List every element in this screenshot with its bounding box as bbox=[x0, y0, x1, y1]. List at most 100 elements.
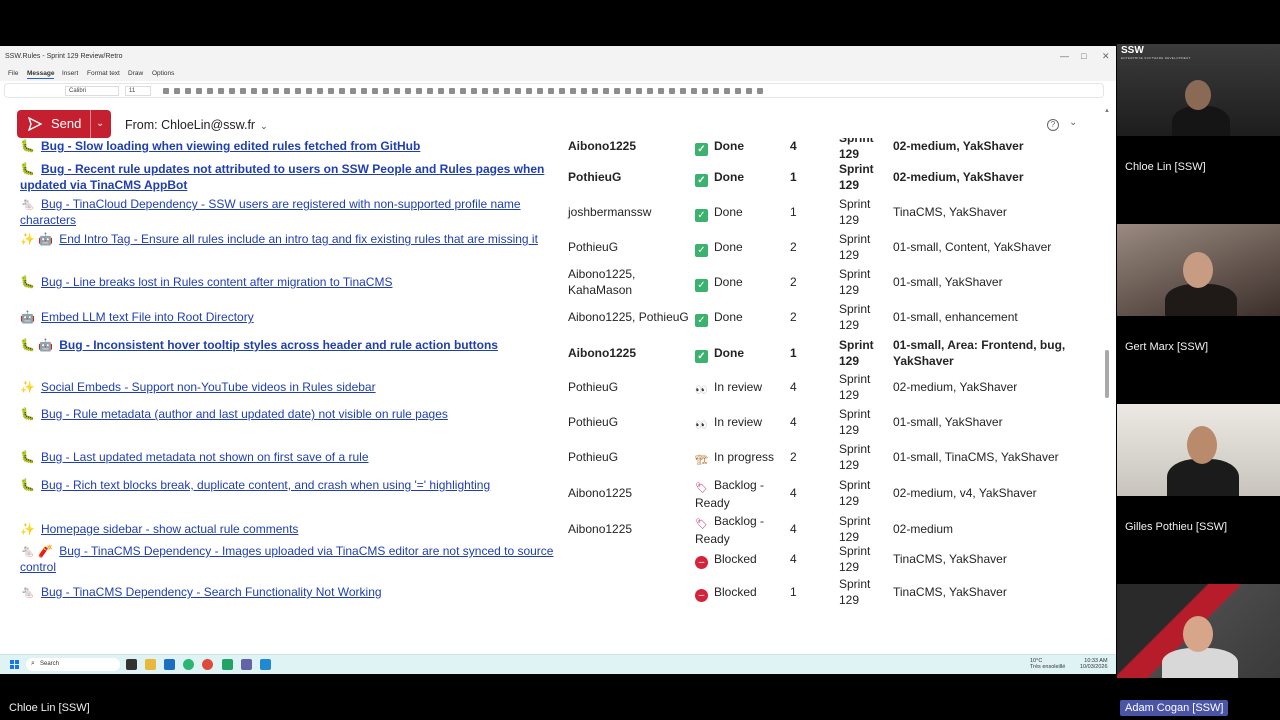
issue-type-icon: ✨ bbox=[20, 380, 35, 394]
issue-type-icon: 🐛 bbox=[20, 162, 35, 176]
menu-insert[interactable]: Insert bbox=[62, 70, 78, 77]
taskbar-clock[interactable]: 10:33 AM 10/03/2026 bbox=[1080, 658, 1108, 670]
estimate-cell: 4 bbox=[790, 380, 797, 394]
font-size-select[interactable]: 11 bbox=[125, 86, 151, 96]
ribbon-tool-icons[interactable] bbox=[160, 86, 770, 96]
vertical-scrollbar[interactable]: ▲ ▼ bbox=[1104, 108, 1110, 674]
taskbar-search[interactable]: ⌕ Search bbox=[26, 658, 120, 671]
issue-type-icon: 🐁 🧨 bbox=[20, 544, 54, 558]
menu-options[interactable]: Options bbox=[152, 70, 174, 77]
maximize-button[interactable]: □ bbox=[1081, 51, 1086, 61]
status-done-icon: ✓ bbox=[695, 314, 708, 327]
assignee-cell: Aibono1225, PothieuG bbox=[568, 310, 689, 324]
assignee-cell: PothieuG bbox=[568, 170, 622, 184]
weather-widget[interactable]: 10°C Très ensoleillé bbox=[1030, 658, 1065, 670]
rule-issue-link[interactable]: 🐛 Bug - Slow loading when viewing edited … bbox=[20, 138, 565, 154]
close-button[interactable]: ✕ bbox=[1102, 51, 1110, 62]
estimate-cell: 1 bbox=[790, 585, 797, 599]
send-button[interactable]: Send ⌄ bbox=[17, 110, 111, 138]
rule-issue-link[interactable]: 🐛 Bug - Rich text blocks break, duplicate… bbox=[20, 477, 565, 493]
issue-title: Bug - Inconsistent hover tooltip styles … bbox=[59, 338, 498, 352]
rule-issue-link[interactable]: 🐛 Bug - Last updated metadata not shown o… bbox=[20, 449, 565, 465]
status-done-icon: ✓ bbox=[695, 209, 708, 222]
status-progress-icon: 🏗 bbox=[695, 455, 708, 466]
minimize-button[interactable]: — bbox=[1060, 51, 1069, 61]
labels-cell: 02-medium, v4, YakShaver bbox=[893, 486, 1037, 500]
estimate-cell: 1 bbox=[790, 346, 797, 360]
send-label: Send bbox=[51, 116, 82, 131]
rule-issue-link[interactable]: 🐁 🧨 Bug - TinaCMS Dependency - Images upl… bbox=[20, 543, 565, 575]
assignee-cell: Aibono1225 bbox=[568, 486, 633, 500]
formatting-ribbon: Calibri 11 bbox=[4, 83, 1104, 98]
assignee-cell: Aibono1225 bbox=[568, 522, 633, 536]
status-label: Done bbox=[714, 310, 743, 324]
menu-file[interactable]: File bbox=[8, 70, 18, 77]
status-done-icon: ✓ bbox=[695, 244, 708, 257]
status-cell: ✓ Done bbox=[695, 138, 785, 156]
rule-issue-link[interactable]: ✨ Homepage sidebar - show actual rule com… bbox=[20, 521, 565, 537]
edge-icon[interactable] bbox=[183, 659, 194, 670]
rule-issue-link[interactable]: ✨ Social Embeds - Support non-YouTube vid… bbox=[20, 379, 565, 395]
labels-cell: 02-medium bbox=[893, 522, 954, 536]
assignee-cell: joshbermanssw bbox=[568, 205, 652, 219]
message-body-table: 🐛 Bug - Slow loading when viewing edited … bbox=[0, 138, 1100, 654]
issue-type-icon: 🤖 bbox=[20, 310, 35, 324]
video-tile-adam[interactable] bbox=[1117, 584, 1280, 678]
scroll-up-icon[interactable]: ▲ bbox=[1104, 108, 1110, 114]
status-review-icon: 👀 bbox=[695, 420, 708, 431]
collapse-chevron-icon[interactable]: ⌄ bbox=[1069, 117, 1077, 128]
status-label: Done bbox=[714, 275, 743, 289]
video-tile-gilles[interactable] bbox=[1117, 404, 1280, 496]
help-icon[interactable]: ? bbox=[1047, 119, 1059, 131]
scrollbar-thumb[interactable] bbox=[1105, 350, 1109, 398]
video-tile-chloe[interactable]: SSW ENTERPRISE SOFTWARE DEVELOPMENT bbox=[1117, 44, 1280, 136]
estimate-cell: 4 bbox=[790, 139, 797, 153]
rule-issue-link[interactable]: 🐁 Bug - TinaCMS Dependency - Search Funct… bbox=[20, 584, 565, 600]
rule-issue-link[interactable]: ✨ 🤖 End Intro Tag - Ensure all rules incl… bbox=[20, 231, 565, 247]
status-label: Done bbox=[714, 170, 744, 184]
estimate-cell: 2 bbox=[790, 275, 797, 289]
outlook-icon[interactable] bbox=[164, 659, 175, 670]
issue-type-icon: ✨ bbox=[20, 522, 35, 536]
menu-draw[interactable]: Draw bbox=[128, 70, 143, 77]
status-backlog-icon: 🏷 bbox=[695, 519, 708, 530]
rule-issue-link[interactable]: 🐛 🤖 Bug - Inconsistent hover tooltip styl… bbox=[20, 337, 565, 353]
file-explorer-icon[interactable] bbox=[145, 659, 156, 670]
rule-issue-link[interactable]: 🐛 Bug - Rule metadata (author and last up… bbox=[20, 406, 565, 422]
rule-issue-link[interactable]: 🤖 Embed LLM text File into Root Directory bbox=[20, 309, 565, 325]
assignee-cell: PothieuG bbox=[568, 450, 619, 464]
estimate-cell: 4 bbox=[790, 552, 797, 566]
send-options-chevron-icon[interactable]: ⌄ bbox=[96, 118, 104, 129]
issue-title: Bug - TinaCloud Dependency - SSW users a… bbox=[20, 197, 521, 227]
sprint-cell: Sprint 129 bbox=[839, 514, 871, 544]
excel-icon[interactable] bbox=[222, 659, 233, 670]
ssw-logo: SSW ENTERPRISE SOFTWARE DEVELOPMENT bbox=[1121, 45, 1191, 60]
status-cell: – Blocked bbox=[695, 584, 785, 602]
issue-type-icon: 🐛 bbox=[20, 407, 35, 421]
sprint-cell: Sprint 129 bbox=[839, 302, 871, 332]
issue-type-icon: 🐁 bbox=[20, 585, 35, 599]
issue-title: Bug - Rule metadata (author and last upd… bbox=[40, 407, 448, 421]
video-tile-gert[interactable] bbox=[1117, 224, 1280, 316]
rule-issue-link[interactable]: 🐛 Bug - Recent rule updates not attribute… bbox=[20, 161, 565, 193]
rule-issue-link[interactable]: 🐛 Bug - Line breaks lost in Rules content… bbox=[20, 274, 565, 290]
menu-message[interactable]: Message bbox=[27, 70, 55, 79]
teams-icon[interactable] bbox=[241, 659, 252, 670]
rule-issue-link[interactable]: 🐁 Bug - TinaCloud Dependency - SSW users … bbox=[20, 196, 565, 228]
windows-start-icon[interactable] bbox=[10, 660, 19, 669]
vscode-icon[interactable] bbox=[260, 659, 271, 670]
sprint-cell: Sprint 129 bbox=[839, 267, 871, 297]
font-name-select[interactable]: Calibri bbox=[65, 86, 119, 96]
from-label: From: ChloeLin@ssw.fr bbox=[125, 118, 256, 132]
issue-type-icon: ✨ 🤖 bbox=[20, 232, 54, 246]
table-row: 🐛 Bug - Slow loading when viewing edited … bbox=[0, 138, 1100, 161]
issue-type-icon: 🐛 bbox=[20, 478, 35, 492]
meeting-stage: SSW.Rules - Sprint 129 Review/Retro — □ … bbox=[0, 0, 1280, 720]
from-selector[interactable]: From: ChloeLin@ssw.fr ⌄ bbox=[125, 118, 268, 132]
menu-format-text[interactable]: Format text bbox=[87, 70, 120, 77]
issue-title: End Intro Tag - Ensure all rules include… bbox=[59, 232, 538, 246]
table-row: ✨ Homepage sidebar - show actual rule com… bbox=[0, 513, 1100, 546]
table-row: 🐁 Bug - TinaCMS Dependency - Search Funct… bbox=[0, 577, 1100, 607]
task-view-icon[interactable] bbox=[126, 659, 137, 670]
chrome-icon[interactable] bbox=[202, 659, 213, 670]
